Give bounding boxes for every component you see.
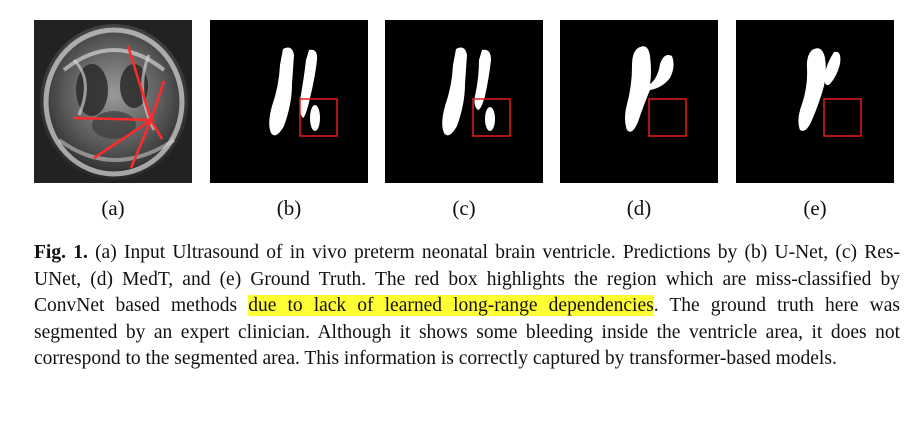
subfigure-label-b: (b) xyxy=(276,196,302,220)
medt-mask xyxy=(560,20,718,183)
resunet-mask xyxy=(385,20,543,183)
panel-e-ground-truth-mask xyxy=(736,20,894,183)
caption-label: Fig. 1. xyxy=(34,242,88,263)
subfigure-label-a: (a) xyxy=(101,196,125,220)
subfigure-label-d: (d) xyxy=(626,196,652,220)
figure-caption: Fig. 1. (a) Input Ultrasound of in vivo … xyxy=(34,240,900,373)
unet-mask xyxy=(210,20,368,183)
panel-d-medt-mask xyxy=(560,20,718,183)
panel-c-resunet-mask xyxy=(385,20,543,183)
panel-b-unet-mask xyxy=(210,20,368,183)
ultrasound-image xyxy=(34,20,192,183)
subfigure-label-e: (e) xyxy=(803,196,827,220)
panel-a-ultrasound-image xyxy=(34,20,192,183)
ground-truth-mask xyxy=(736,20,894,183)
caption-highlighted-text: due to lack of learned long-range depend… xyxy=(248,295,654,316)
subfigure-label-c: (c) xyxy=(452,196,476,220)
